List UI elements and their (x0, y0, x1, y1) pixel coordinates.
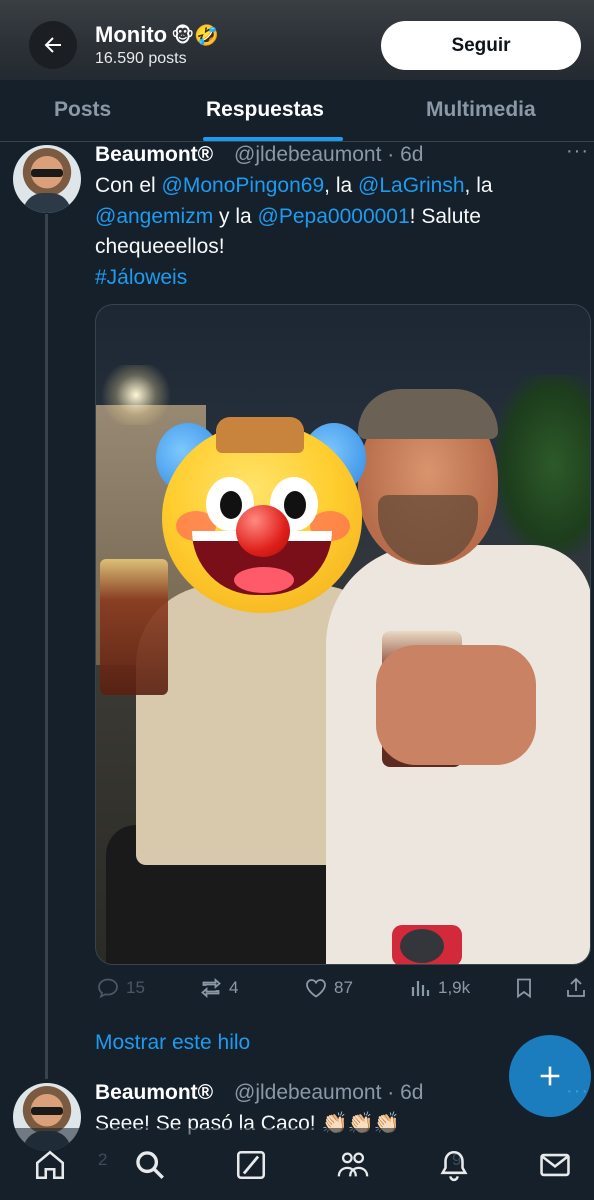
compose-button[interactable] (509, 1035, 591, 1117)
reply-count: 15 (126, 978, 145, 997)
views-button[interactable]: 1,9k (408, 976, 470, 1000)
back-button[interactable] (29, 21, 77, 69)
active-tab-indicator (203, 137, 343, 141)
like-button[interactable]: 87 (304, 976, 353, 1000)
follow-button[interactable]: Seguir (381, 21, 581, 70)
mention-link[interactable]: @LaGrinsh (358, 174, 465, 197)
profile-name: Monito 🐵🤣 (95, 22, 219, 48)
tweet-text: Con el @MonoPingon69, la @LaGrinsh, la @… (95, 171, 565, 293)
thread-dotted-line (45, 1034, 48, 1052)
more-icon[interactable]: ··· (566, 140, 589, 163)
tweet-handle[interactable]: @jldebeaumont · 6d (234, 143, 423, 167)
views-count: 1,9k (438, 978, 471, 997)
home-icon[interactable] (33, 1148, 67, 1182)
text-segment: y la (213, 204, 258, 228)
like-count: 87 (334, 978, 353, 997)
tab-posts[interactable]: Posts (54, 98, 111, 122)
avatar[interactable] (13, 145, 81, 213)
profile-tabs: Posts Respuestas Multimedia (0, 80, 594, 142)
tab-multimedia[interactable]: Multimedia (426, 98, 536, 122)
communities-icon[interactable] (336, 1148, 370, 1182)
show-thread-link[interactable]: Mostrar este hilo (95, 1031, 250, 1055)
ghost-reply-count: 2 (98, 1150, 108, 1169)
share-button[interactable] (564, 976, 588, 1000)
text-segment: Con el (95, 174, 162, 197)
like-icon (306, 979, 326, 998)
handle-text: @jldebeaumont (234, 1081, 382, 1104)
mention-link[interactable]: @Pepa0000001 (258, 205, 410, 228)
post-count: 16.590 posts (95, 50, 187, 67)
tweet-age: 6d (400, 143, 424, 166)
text-segment: chequeeellos! (95, 235, 225, 258)
tweet-actions: 15 4 87 1,9k (0, 976, 594, 1010)
tweet-photo[interactable] (95, 304, 591, 965)
messages-icon[interactable] (538, 1148, 572, 1182)
back-arrow-icon (44, 37, 61, 53)
mention-link[interactable]: @angemizm (95, 205, 213, 228)
text-segment: , la (464, 174, 493, 197)
grok-icon[interactable] (234, 1148, 268, 1182)
mention-link[interactable]: @MonoPingon69 (162, 174, 325, 197)
tweet-author[interactable]: Beaumont® (95, 1081, 213, 1105)
tweet-author[interactable]: Beaumont® (95, 143, 213, 167)
handle-text: @jldebeaumont (234, 143, 382, 166)
reply-icon (98, 978, 118, 999)
profile-name-emojis: 🐵🤣 (171, 23, 220, 47)
views-icon (411, 981, 430, 996)
bottom-navigation (0, 1128, 594, 1200)
thread-connector-line (45, 214, 48, 1079)
text-segment: , la (324, 174, 359, 197)
share-icon (567, 977, 585, 997)
repost-count: 4 (229, 978, 239, 997)
compose-plus-icon (540, 1066, 560, 1086)
text-segment: ! Salute (409, 204, 481, 228)
bookmark-icon (517, 978, 531, 999)
search-icon[interactable] (133, 1148, 167, 1182)
tweet-handle[interactable]: @jldebeaumont · 6d (234, 1081, 423, 1105)
profile-header: Monito 🐵🤣 16.590 posts Seguir (0, 0, 594, 80)
notifications-icon[interactable] (437, 1148, 471, 1182)
hashtag-link[interactable]: #Jáloweis (95, 266, 187, 289)
bookmark-button[interactable] (512, 976, 536, 1000)
repost-button[interactable]: 4 (199, 976, 238, 1000)
tweet-age: 6d (400, 1081, 424, 1104)
repost-icon (201, 978, 221, 998)
profile-name-text: Monito (95, 22, 168, 47)
tab-respuestas[interactable]: Respuestas (206, 98, 324, 122)
reply-button[interactable]: 15 (96, 976, 145, 1000)
